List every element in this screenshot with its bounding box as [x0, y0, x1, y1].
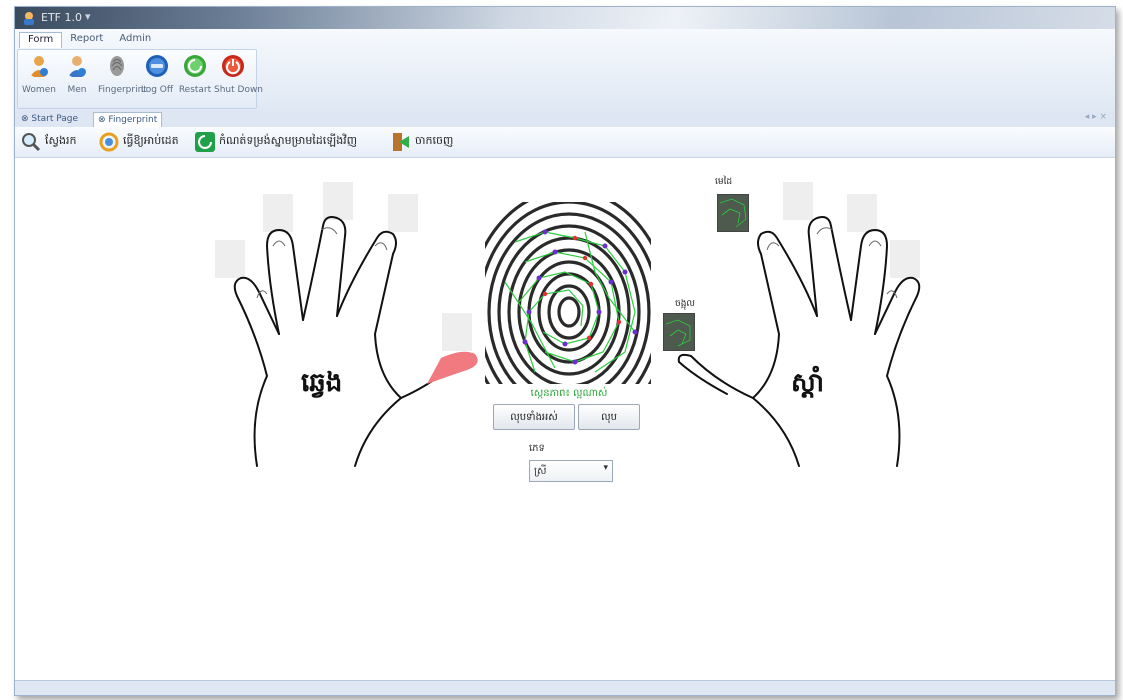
women-button[interactable]: Women: [20, 54, 58, 95]
restart-button[interactable]: Restart: [176, 54, 214, 95]
left-middle-finger-slot[interactable]: [323, 182, 353, 220]
app-icon: [24, 12, 34, 25]
log-off-icon: [146, 55, 168, 77]
fingerprint-scan-image: [485, 202, 651, 384]
men-button[interactable]: Men: [58, 54, 96, 95]
refresh-button[interactable]: ធ្វើឱ្យអាប់ដេត: [99, 131, 179, 153]
tab-close-icon[interactable]: ⊗: [21, 114, 29, 124]
women-user-icon: [30, 56, 48, 77]
document-tab-strip: ⊗ Start Page ⊗ Fingerprint ◂ ▸ ×: [15, 111, 1115, 128]
search-button[interactable]: ស្វែងរក: [21, 131, 76, 153]
right-hand-outline: [677, 216, 921, 467]
tab-close-icon[interactable]: ⊗: [98, 115, 106, 125]
fingerprint-panel: ឆ្វេង ស្តាំ ស្កេនភាព៖ ល្អណាស់ លុបទាំងអស់…: [15, 158, 1115, 681]
captured-print-thumbnail[interactable]: [717, 194, 749, 232]
ribbon-group-form: Women Men Fingerprint Log Off Restart Sh…: [17, 49, 263, 109]
shut-down-icon: [222, 55, 244, 77]
reset-icon: [195, 132, 215, 152]
scan-quality-text: ស្កេនភាព៖ ល្អណាស់: [530, 388, 608, 399]
fingerprint-tab-label: Fingerprint: [108, 115, 158, 125]
delete-button[interactable]: លុប: [578, 404, 640, 430]
start-page-tab-label: Start Page: [31, 114, 79, 124]
app-window: ETF 1.0 ▾ Form Report Admin Women Men Fi…: [14, 6, 1116, 696]
title-bar: ETF 1.0 ▾: [15, 7, 1115, 29]
captured-print-thumbnail[interactable]: [663, 313, 695, 351]
reset-fingerprint-button[interactable]: កំណត់ទម្រង់ស្នាមម្រាមដៃឡើងវិញ: [195, 131, 357, 153]
window-title: ETF 1.0: [41, 11, 82, 24]
gender-select[interactable]: ស្រី ▾: [529, 460, 613, 482]
gender-label: ភេទ: [529, 443, 545, 454]
ribbon-tabs: Form Report Admin: [19, 32, 159, 48]
exit-door-icon: [393, 133, 409, 151]
selected-thumb-highlight: [427, 351, 478, 384]
exit-button[interactable]: ចាកចេញ: [391, 131, 453, 153]
toolbar: ស្វែងរក ធ្វើឱ្យអាប់ដេត កំណត់ទម្រង់ស្នាមម…: [15, 127, 1115, 158]
tab-report[interactable]: Report: [62, 32, 111, 48]
thumb-label: មេដៃ: [715, 177, 733, 187]
right-middle-finger-slot[interactable]: [783, 182, 813, 220]
index-finger-label: ចង្អុល: [675, 299, 695, 309]
log-off-button[interactable]: Log Off: [138, 54, 176, 95]
search-icon: [22, 133, 41, 152]
tab-fingerprint[interactable]: ⊗ Fingerprint: [93, 112, 163, 127]
refresh-icon: [99, 132, 119, 152]
tab-form[interactable]: Form: [19, 32, 63, 48]
fingerprint-icon: [110, 56, 124, 76]
ribbon: Form Report Admin Women Men Fingerprint …: [15, 29, 1115, 112]
tab-start-page[interactable]: ⊗ Start Page: [17, 112, 82, 126]
left-hand-label: ឆ្វេង: [301, 368, 343, 398]
men-user-icon: [68, 56, 86, 77]
status-bar: [15, 680, 1115, 695]
gender-select-value: ស្រី: [534, 466, 547, 477]
fingerprint-button[interactable]: Fingerprint: [98, 54, 147, 95]
restart-icon: [184, 55, 206, 77]
tab-admin[interactable]: Admin: [111, 32, 159, 48]
quick-access-chevron-icon[interactable]: ▾: [85, 10, 91, 23]
chevron-down-icon: ▾: [603, 463, 608, 473]
left-hand-outline: [233, 216, 478, 467]
delete-all-button[interactable]: លុបទាំងអស់: [493, 404, 575, 430]
tab-scroll-close-icon[interactable]: ◂ ▸ ×: [1085, 112, 1107, 122]
shut-down-button[interactable]: Shut Down: [214, 54, 263, 95]
right-hand-label: ស្តាំ: [791, 368, 825, 398]
